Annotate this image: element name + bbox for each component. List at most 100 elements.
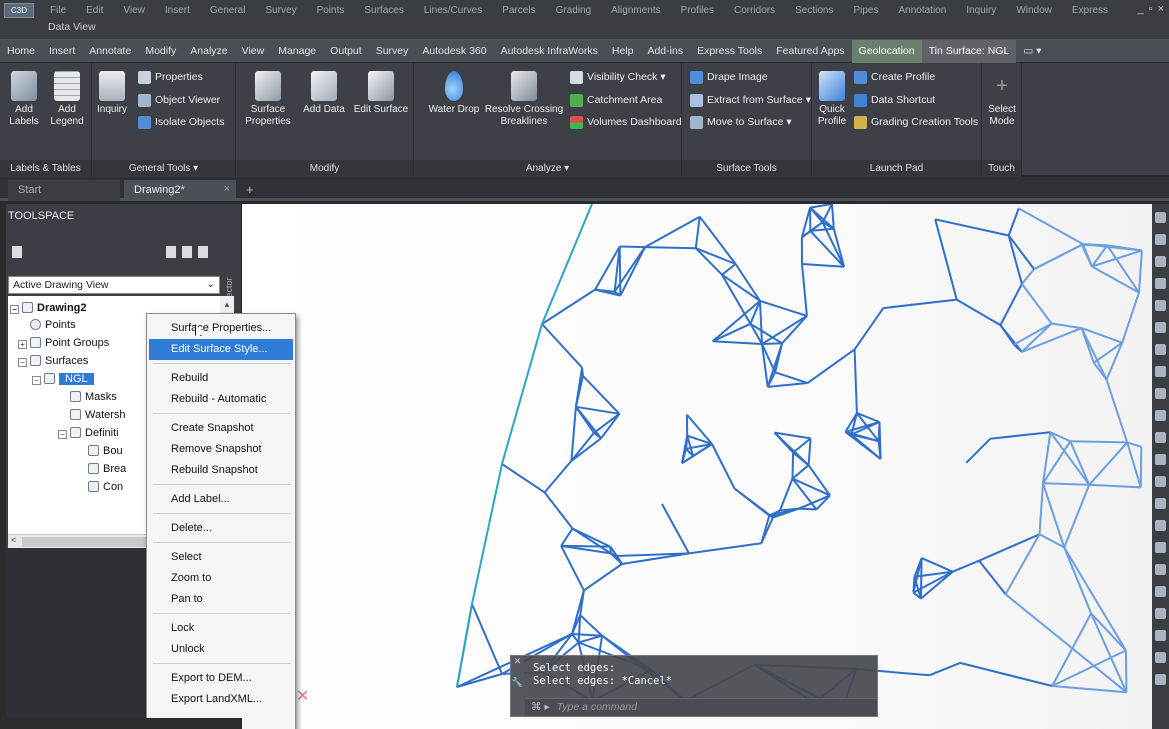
survey-icon[interactable]	[182, 246, 192, 258]
nav-tool-icon[interactable]	[1155, 234, 1166, 245]
context-menu-item-delete[interactable]: Delete...	[149, 518, 293, 539]
menu-item-lines-curves[interactable]: Lines/Curves	[414, 5, 492, 16]
context-menu-item-export-to-dem[interactable]: Export to DEM...	[149, 668, 293, 689]
context-menu-item-rebuild-snapshot[interactable]: Rebuild Snapshot	[149, 460, 293, 481]
nav-tool-icon[interactable]	[1155, 388, 1166, 399]
context-menu-item-zoom-to[interactable]: Zoom to	[149, 568, 293, 589]
tree-item-ngl[interactable]: − NGL	[32, 371, 94, 387]
tree-item-watersheds[interactable]: Watersh	[70, 407, 126, 423]
tree-item-definition[interactable]: − Definiti	[58, 425, 119, 441]
water-drop-button[interactable]: Water Drop	[426, 71, 482, 116]
ribbon-tab-autodesk-infraworks[interactable]: Autodesk InfraWorks	[494, 40, 605, 63]
menu-item-sections[interactable]: Sections	[785, 5, 843, 16]
help-icon[interactable]	[198, 246, 208, 258]
view-select[interactable]: Active Drawing View ⌄	[8, 276, 220, 294]
tab-start[interactable]: Start	[8, 180, 120, 201]
select-mode-button[interactable]: + Select Mode	[984, 71, 1020, 128]
menu-item-profiles[interactable]: Profiles	[671, 5, 724, 16]
expand-icon[interactable]: +	[18, 340, 27, 349]
surface-properties-button[interactable]: Surface Properties	[240, 71, 296, 128]
menu-item-edit[interactable]: Edit	[76, 5, 113, 16]
menu-item-survey[interactable]: Survey	[255, 5, 306, 16]
ribbon-tab-insert[interactable]: Insert	[42, 40, 82, 63]
scroll-up-icon[interactable]: ▲	[223, 300, 231, 309]
command-input[interactable]: ⌘ ▸ Type a command	[525, 698, 877, 716]
ribbon-tab-annotate[interactable]: Annotate	[82, 40, 138, 63]
add-legend-button[interactable]: Add Legend	[46, 71, 88, 128]
catchment-area-button[interactable]: Catchment Area	[570, 91, 662, 109]
nav-tool-icon[interactable]	[1155, 542, 1166, 553]
ribbon-tab-manage[interactable]: Manage	[271, 40, 323, 63]
ribbon-tab-modify[interactable]: Modify	[138, 40, 183, 63]
tree-item-point-groups[interactable]: + Point Groups	[18, 335, 109, 351]
context-menu-item-remove-snapshot[interactable]: Remove Snapshot	[149, 439, 293, 460]
properties-button[interactable]: Properties	[138, 68, 203, 86]
context-menu-item-add-label[interactable]: Add Label...	[149, 489, 293, 510]
nav-tool-icon[interactable]	[1155, 674, 1166, 685]
ribbon-tab-view[interactable]: View	[235, 40, 272, 63]
tree-item-boundaries[interactable]: Bou	[88, 443, 123, 459]
visibility-check-button[interactable]: Visibility Check ▾	[570, 68, 666, 86]
data-shortcut-button[interactable]: Data Shortcut	[854, 91, 935, 109]
ribbon-tab-analyze[interactable]: Analyze	[183, 40, 234, 63]
panel-title-modify[interactable]: Modify	[236, 160, 413, 177]
ribbon-tab-output[interactable]: Output	[323, 40, 369, 63]
new-tab-button[interactable]: +	[240, 180, 264, 201]
context-menu-item-rebuild-automatic[interactable]: Rebuild - Automatic	[149, 389, 293, 410]
ribbon-tab-help[interactable]: Help	[605, 40, 641, 63]
application-button[interactable]: C3D	[4, 3, 34, 18]
ribbon-tab-add-ins[interactable]: Add-ins	[640, 40, 690, 63]
drawing-canvas[interactable]	[242, 204, 1152, 729]
context-menu-item-edit-surface-style[interactable]: Edit Surface Style...	[149, 339, 293, 360]
nav-tool-icon[interactable]	[1155, 652, 1166, 663]
nav-tool-icon[interactable]	[1155, 520, 1166, 531]
collapse-icon[interactable]: −	[58, 430, 67, 439]
add-data-button[interactable]: Add Data	[300, 71, 348, 116]
context-menu-item-create-snapshot[interactable]: Create Snapshot	[149, 418, 293, 439]
tree-item-contours[interactable]: Con	[88, 479, 123, 495]
collapse-icon[interactable]: −	[32, 376, 41, 385]
menu-item-insert[interactable]: Insert	[155, 5, 200, 16]
menu-item-inquiry[interactable]: Inquiry	[956, 5, 1006, 16]
context-menu-item-export-landxml[interactable]: Export LandXML...	[149, 689, 293, 710]
nav-tool-icon[interactable]	[1155, 278, 1166, 289]
panel-title-launch-pad[interactable]: Launch Pad	[812, 160, 981, 177]
ribbon-tab-survey[interactable]: Survey	[369, 40, 416, 63]
panel-title-analyze[interactable]: Analyze ▾	[414, 160, 681, 177]
drape-image-button[interactable]: Drape Image	[690, 68, 768, 86]
close-icon[interactable]: ×	[224, 183, 230, 195]
menu-item-surfaces[interactable]: Surfaces	[354, 5, 413, 16]
nav-tool-icon[interactable]	[1155, 608, 1166, 619]
nav-tool-icon[interactable]	[1155, 212, 1166, 223]
nav-tool-icon[interactable]	[1155, 410, 1166, 421]
grading-creation-tools-button[interactable]: Grading Creation Tools	[854, 113, 978, 131]
menu-item-file[interactable]: File	[40, 5, 76, 16]
resolve-crossing-breaklines-button[interactable]: Resolve Crossing Breaklines	[484, 71, 564, 128]
nav-tool-icon[interactable]	[1155, 564, 1166, 575]
menu-item-pipes[interactable]: Pipes	[843, 5, 888, 16]
menu-item-grading[interactable]: Grading	[546, 5, 602, 16]
tree-item-points[interactable]: Points	[30, 317, 76, 333]
edit-surface-button[interactable]: Edit Surface	[352, 71, 410, 116]
panel-title-labels-tables[interactable]: Labels & Tables	[0, 160, 91, 177]
nav-tool-icon[interactable]	[1155, 344, 1166, 355]
menu-item-annotation[interactable]: Annotation	[888, 5, 956, 16]
move-to-surface-button[interactable]: Move to Surface ▾	[690, 113, 792, 131]
context-menu-item-unlock[interactable]: Unlock	[149, 639, 293, 660]
inquiry-button[interactable]: Inquiry	[94, 71, 130, 116]
settings-icon[interactable]	[166, 246, 176, 258]
tree-item-surfaces[interactable]: − Surfaces	[18, 353, 88, 369]
nav-tool-icon[interactable]	[1155, 498, 1166, 509]
ribbon-tab-tin-surface-ngl[interactable]: Tin Surface: NGL	[921, 39, 1017, 63]
context-menu-item-rebuild[interactable]: Rebuild	[149, 368, 293, 389]
menu-item-alignments[interactable]: Alignments	[601, 5, 670, 16]
nav-tool-icon[interactable]	[1155, 366, 1166, 377]
object-viewer-button[interactable]: Object Viewer	[138, 91, 220, 109]
panel-title-general-tools[interactable]: General Tools ▾	[92, 160, 235, 177]
tab-drawing2[interactable]: Drawing2* ×	[124, 180, 236, 201]
nav-tool-icon[interactable]	[1155, 454, 1166, 465]
context-menu-item-pan-to[interactable]: Pan to	[149, 589, 293, 610]
ribbon-tab--[interactable]: ▭ ▾	[1016, 40, 1048, 63]
isolate-objects-button[interactable]: Isolate Objects	[138, 113, 224, 131]
window-controls[interactable]: _ ▫ ×	[1137, 3, 1165, 15]
